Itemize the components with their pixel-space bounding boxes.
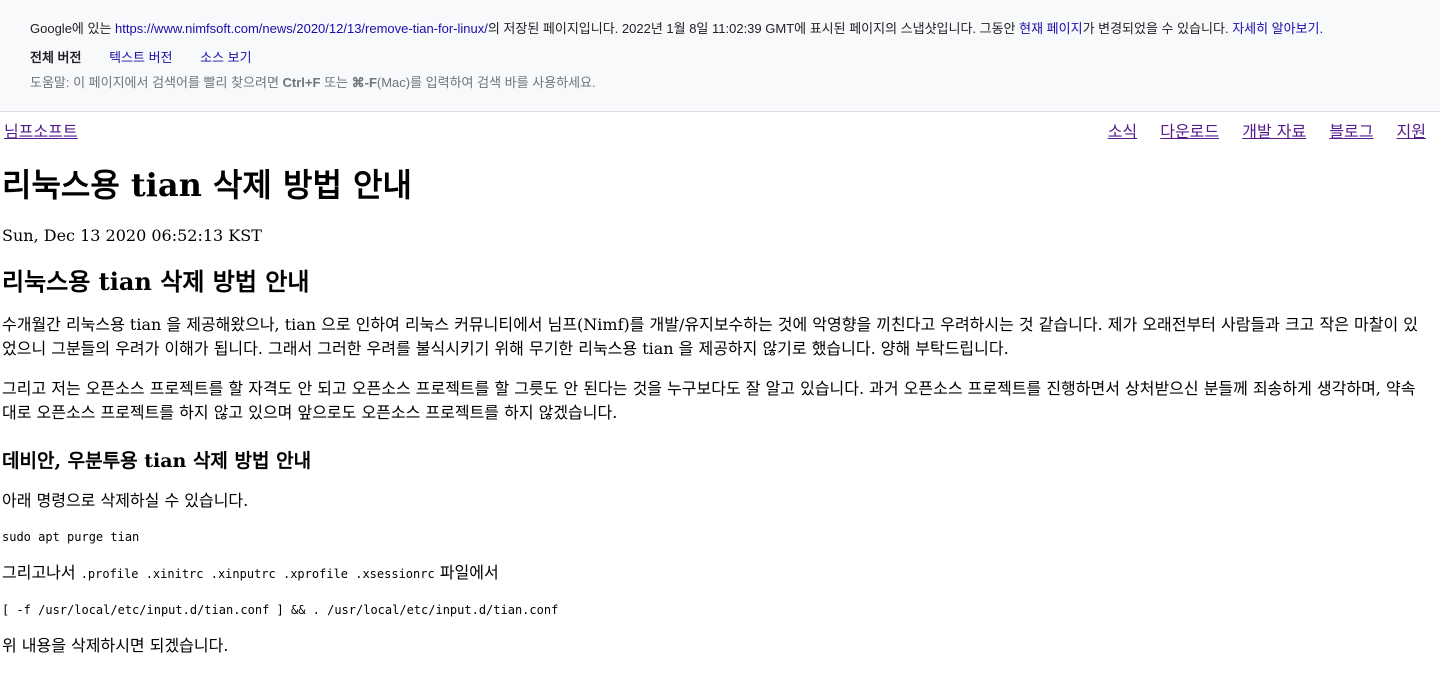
paragraph-4-prefix: 그리고나서 — [2, 563, 81, 582]
help-prefix: 도움말: 이 페이지에서 검색어를 빨리 찾으려면 — [30, 75, 283, 90]
help-middle: 또는 — [320, 75, 352, 90]
paragraph-2: 그리고 저는 오픈소스 프로젝트를 할 자격도 안 되고 오픈소스 프로젝트를 … — [2, 379, 1416, 422]
cache-notice-middle: 의 저장된 페이지입니다. 2022년 1월 8일 11:02:39 GMT에 … — [487, 21, 1020, 36]
paragraph-5: 위 내용을 삭제하시면 되겠습니다. — [2, 636, 229, 655]
cache-help-tip: 도움말: 이 페이지에서 검색어를 빨리 찾으려면 Ctrl+F 또는 ⌘-F(… — [30, 74, 1410, 92]
site-menu: 소식 다운로드 개발 자료 블로그 지원 — [1090, 118, 1426, 142]
tab-full-version[interactable]: 전체 버전 — [30, 49, 81, 67]
help-suffix: (Mac)를 입력하여 검색 바를 사용하세요. — [376, 75, 596, 90]
cache-notice: Google에 있는 https://www.nimfsoft.com/news… — [30, 20, 1410, 38]
article-title: 리눅스용 tian 삭제 방법 안내 — [2, 166, 412, 204]
site-home-link[interactable]: 님프소프트 — [4, 118, 78, 142]
page-content: 님프소프트 소식 다운로드 개발 자료 블로그 지원 리눅스용 tian 삭제 … — [0, 112, 1440, 658]
paragraph-1: 수개월간 리눅스용 tian 을 제공해왔으나, tian 으로 인하여 리눅스… — [2, 315, 1418, 358]
debian-ubuntu-heading: 데비안, 우분투용 tian 삭제 방법 안내 — [2, 450, 312, 472]
nav-news[interactable]: 소식 — [1108, 122, 1137, 141]
article-heading: 리눅스용 tian 삭제 방법 안내 — [2, 267, 310, 296]
cache-notice-prefix: Google에 있는 — [30, 21, 116, 36]
help-key-ctrl-f: Ctrl+F — [282, 75, 321, 90]
nav-download[interactable]: 다운로드 — [1160, 122, 1219, 141]
paragraph-4-suffix: 파일에서 — [434, 563, 499, 582]
nav-support[interactable]: 지원 — [1397, 122, 1426, 141]
tab-view-source[interactable]: 소스 보기 — [200, 49, 251, 67]
help-key-cmd-f: ⌘-F — [351, 75, 377, 90]
paragraph-3: 아래 명령으로 삭제하실 수 있습니다. — [2, 491, 249, 510]
cache-version-tabs: 전체 버전 텍스트 버전 소스 보기 — [30, 49, 1410, 67]
google-cache-banner: Google에 있는 https://www.nimfsoft.com/news… — [0, 0, 1440, 112]
code-tian-conf-line: [ -f /usr/local/etc/input.d/tian.conf ] … — [2, 603, 559, 617]
cache-notice-suffix: 가 변경되었을 수 있습니다. — [1082, 21, 1233, 36]
article-date: Sun, Dec 13 2020 06:52:13 KST — [2, 226, 262, 245]
nav-dev-docs[interactable]: 개발 자료 — [1242, 122, 1306, 141]
paragraph-4: 그리고나서 .profile .xinitrc .xinputrc .xprof… — [2, 561, 1438, 586]
code-apt-purge: sudo apt purge tian — [2, 530, 140, 544]
dotfile-list: .profile .xinitrc .xinputrc .xprofile .x… — [80, 567, 435, 581]
nav-blog[interactable]: 블로그 — [1329, 122, 1373, 141]
current-page-link[interactable]: 현재 페이지 — [1019, 21, 1082, 36]
cached-url-link[interactable]: https://www.nimfsoft.com/news/2020/12/13… — [115, 21, 488, 36]
tab-text-version[interactable]: 텍스트 버전 — [109, 49, 172, 67]
learn-more-link[interactable]: 자세히 알아보기. — [1232, 21, 1323, 36]
site-nav: 님프소프트 소식 다운로드 개발 자료 블로그 지원 — [2, 112, 1438, 144]
